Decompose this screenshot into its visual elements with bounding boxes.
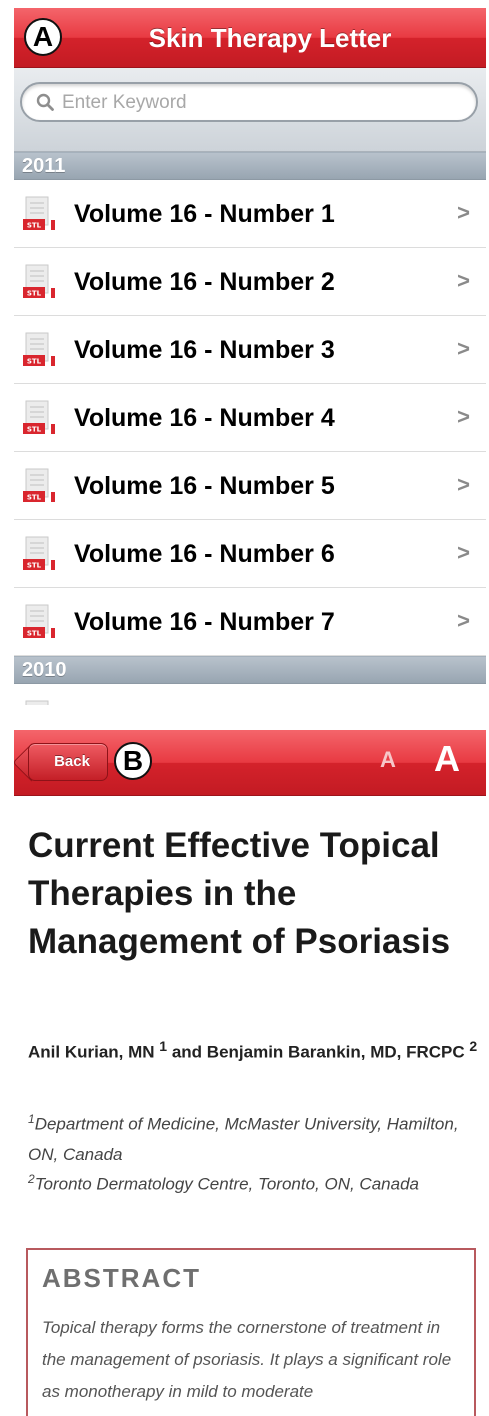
issue-list-item[interactable]: STL Volume 16 - Number 6 > <box>14 520 486 588</box>
svg-text:STL: STL <box>27 630 42 638</box>
affiliation-text: Toronto Dermatology Centre, Toronto, ON,… <box>34 1174 419 1194</box>
svg-text:STL: STL <box>27 222 42 230</box>
author-affiliation-marker: 2 <box>469 1038 478 1054</box>
issue-title: Volume 16 - Number 1 <box>74 200 335 228</box>
navigation-bar: Back A A <box>14 730 486 796</box>
author-name: Benjamin Barankin, MD, FRCPC <box>206 1042 465 1062</box>
issue-title: Volume 16 - Number 5 <box>74 472 335 500</box>
document-pdf-icon: STL <box>23 332 55 366</box>
affiliation-text: Department of Medicine, McMaster Univers… <box>28 1114 459 1164</box>
issue-list-item[interactable]: STL Volume 16 - Number 7 > <box>14 588 486 656</box>
document-pdf-icon: STL <box>23 264 55 298</box>
svg-text:STL: STL <box>27 494 42 502</box>
affiliation: 1Department of Medicine, McMaster Univer… <box>28 1104 478 1170</box>
chevron-right-icon: > <box>457 336 470 361</box>
issue-list-item[interactable]: STL Volume 16 - Number 4 > <box>14 384 486 452</box>
issue-list-item[interactable]: STL Volume 16 - Number 3 > <box>14 316 486 384</box>
issue-title: Volume 16 - Number 3 <box>74 336 335 364</box>
decrease-font-button[interactable]: A <box>380 747 396 773</box>
search-bar: Enter Keyword <box>14 68 486 152</box>
issue-title: Volume 15 - Number 1 <box>74 684 335 705</box>
article-authors: Anil Kurian, MN 1 and Benjamin Barankin,… <box>28 1030 478 1069</box>
issue-title: Volume 16 - Number 7 <box>74 608 335 636</box>
author-conjunction: and <box>171 1042 203 1062</box>
document-pdf-icon: STL <box>23 536 55 570</box>
issue-list-item[interactable]: STL Volume 16 - Number 1 > <box>14 180 486 248</box>
section-header-year: 2011 <box>14 152 486 180</box>
search-input[interactable]: Enter Keyword <box>20 82 478 122</box>
issue-title: Volume 16 - Number 2 <box>74 268 335 296</box>
chevron-right-icon: > <box>457 472 470 497</box>
author-affiliation-marker: 1 <box>159 1038 168 1054</box>
document-pdf-icon: STL <box>25 700 49 705</box>
svg-text:STL: STL <box>27 290 42 298</box>
abstract-text: Topical therapy forms the cornerstone of… <box>42 1318 452 1401</box>
search-placeholder: Enter Keyword <box>62 92 187 113</box>
affiliation-marker: 1 <box>28 1112 35 1126</box>
svg-text:STL: STL <box>27 562 42 570</box>
author-name: Anil Kurian, MN <box>28 1042 155 1062</box>
increase-font-button[interactable]: A <box>434 738 460 780</box>
abstract-box: ABSTRACT Topical therapy forms the corne… <box>26 1248 476 1416</box>
panel-a-issue-list: Skin Therapy Letter A Enter Keyword 2011… <box>14 8 486 705</box>
navigation-bar: Skin Therapy Letter <box>14 8 486 68</box>
document-pdf-icon: STL <box>23 604 55 638</box>
search-icon <box>36 93 54 111</box>
affiliation: 2Toronto Dermatology Centre, Toronto, ON… <box>28 1164 478 1200</box>
issue-title: Volume 16 - Number 4 <box>74 404 335 432</box>
panel-b-article-view: Back A A B Current Effective Topical The… <box>14 730 486 1416</box>
issue-list-item[interactable]: STL Volume 16 - Number 2 > <box>14 248 486 316</box>
issue-list-item[interactable]: STL Volume 16 - Number 5 > <box>14 452 486 520</box>
app-title: Skin Therapy Letter <box>148 23 392 53</box>
abstract-heading: ABSTRACT <box>42 1263 201 1293</box>
panel-label-b: B <box>114 742 152 780</box>
article-title: Current Effective Topical Therapies in t… <box>28 826 451 961</box>
chevron-right-icon: > <box>457 540 470 565</box>
document-pdf-icon: STL <box>23 468 55 502</box>
document-pdf-icon: STL <box>23 400 55 434</box>
section-header-year: 2010 <box>14 656 486 684</box>
chevron-right-icon: > <box>457 200 470 225</box>
panel-label-a: A <box>24 18 62 56</box>
chevron-right-icon: > <box>457 404 470 429</box>
chevron-right-icon: > <box>457 608 470 633</box>
svg-text:STL: STL <box>27 358 42 366</box>
chevron-right-icon: > <box>457 684 470 705</box>
issue-list-item[interactable]: STL Volume 15 - Number 1 > <box>14 684 486 705</box>
chevron-right-icon: > <box>457 268 470 293</box>
back-button[interactable]: Back <box>28 743 108 781</box>
svg-text:STL: STL <box>27 426 42 434</box>
affiliation-marker: 2 <box>28 1172 35 1186</box>
document-pdf-icon: STL <box>23 196 55 230</box>
issue-title: Volume 16 - Number 6 <box>74 540 335 568</box>
